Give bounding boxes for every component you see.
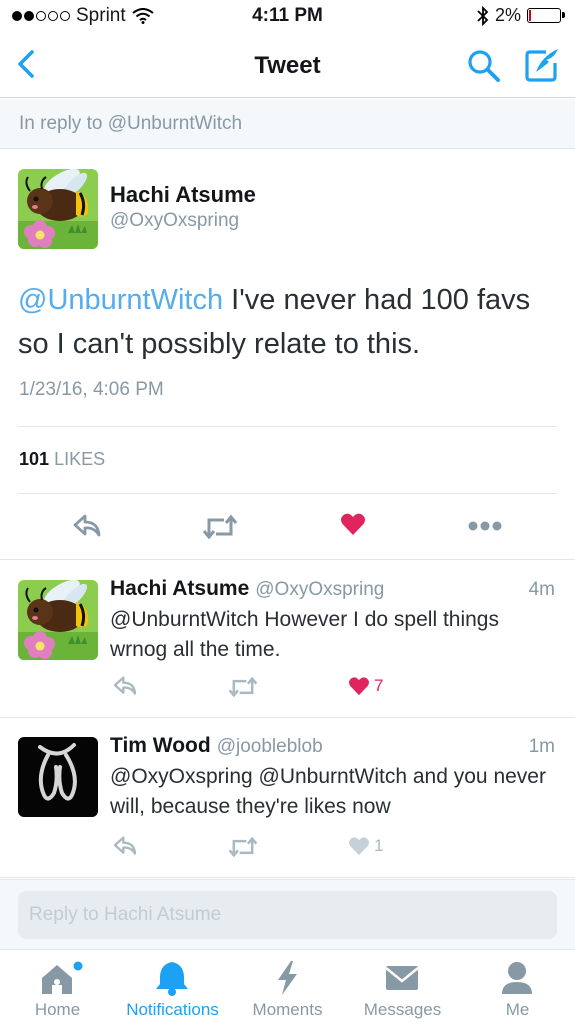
reply-icon[interactable] [112, 676, 138, 696]
reply-tweet[interactable]: Tim Wood @joobleblob 1m @OxyOxspring @Unb… [0, 718, 575, 878]
tab-label: Home [34, 1000, 81, 1019]
author-handle[interactable]: @OxyOxspring [255, 579, 384, 600]
reply-text: @OxyOxspring @UnburntWitch and you never… [110, 765, 546, 818]
bluetooth-icon [477, 5, 489, 26]
tweet-timestamp: 1/23/16, 4:06 PM [19, 379, 164, 400]
avatar[interactable] [18, 737, 98, 817]
likes-label: LIKES [54, 449, 106, 469]
compose-icon[interactable] [522, 46, 562, 84]
battery-percent: 2% [494, 5, 521, 25]
tab-me[interactable]: Me [460, 950, 575, 1024]
glyph-avatar-icon [18, 737, 98, 817]
reply-time: 4m [528, 579, 555, 600]
tweet-text: @UnburntWitch I've never had 100 favs so… [18, 278, 563, 366]
more-icon[interactable] [468, 520, 502, 532]
divider [18, 426, 557, 427]
heart-icon [348, 837, 370, 856]
avatar[interactable] [18, 169, 98, 249]
tab-notifications[interactable]: Notifications [115, 950, 230, 1024]
main-tweet: Hachi Atsume @OxyOxspring @UnburntWitch … [0, 150, 575, 560]
tab-label: Me [505, 1000, 530, 1019]
like-button[interactable]: 7 [348, 676, 383, 696]
home-icon [42, 961, 83, 994]
author-handle[interactable]: @joobleblob [217, 736, 323, 757]
in-reply-to-text: In reply to @UnburntWitch [19, 113, 243, 134]
reply-input[interactable] [18, 891, 557, 939]
author-name[interactable]: Hachi Atsume [110, 577, 249, 600]
reply-icon[interactable] [72, 514, 102, 538]
reply-header: Hachi Atsume @OxyOxspring [110, 577, 384, 601]
retweet-icon[interactable] [228, 836, 258, 858]
tab-home[interactable]: Home [0, 950, 115, 1024]
lightning-icon [278, 961, 297, 995]
bee-avatar-icon [18, 580, 98, 660]
bell-icon [156, 962, 188, 996]
reply-icon[interactable] [112, 836, 138, 856]
tab-messages[interactable]: Messages [345, 950, 460, 1024]
divider [18, 493, 557, 494]
retweet-icon[interactable] [202, 514, 238, 540]
reply-bar [0, 879, 575, 949]
reply-tweet[interactable]: Hachi Atsume @OxyOxspring 4m @UnburntWitc… [0, 561, 575, 718]
search-icon[interactable] [466, 48, 502, 84]
author-name[interactable]: Tim Wood [110, 734, 211, 757]
heart-icon[interactable] [340, 512, 366, 536]
heart-icon [348, 677, 370, 696]
mention-link[interactable]: @UnburntWitch [18, 284, 223, 316]
reply-header: Tim Wood @joobleblob [110, 734, 323, 758]
tab-moments[interactable]: Moments [230, 950, 345, 1024]
nav-bar: Tweet [0, 34, 575, 98]
like-count: 1 [374, 836, 384, 855]
tab-bar: Home Notifications Moments Messages Me [0, 949, 575, 1024]
tab-label: Notifications [126, 1000, 219, 1019]
reply-text: @UnburntWitch However I do spell things … [110, 608, 499, 661]
author-name[interactable]: Hachi Atsume [110, 182, 256, 208]
bee-avatar-icon [18, 169, 98, 249]
like-count: 7 [374, 676, 384, 695]
retweet-icon[interactable] [228, 676, 258, 698]
likes-number: 101 [19, 449, 50, 469]
status-right: 2% [477, 5, 565, 26]
envelope-icon [385, 966, 419, 990]
like-button[interactable]: 1 [348, 836, 383, 856]
author-handle[interactable]: @OxyOxspring [110, 210, 239, 232]
status-bar: Sprint 4:11 PM 2% [0, 0, 575, 34]
in-reply-to-banner[interactable]: In reply to @UnburntWitch [0, 99, 575, 149]
avatar[interactable] [18, 580, 98, 660]
battery-icon [527, 8, 565, 23]
tab-label: Messages [363, 1000, 442, 1019]
reply-time: 1m [528, 736, 555, 757]
person-icon [502, 962, 532, 994]
tab-label: Moments [252, 1000, 323, 1019]
likes-count[interactable]: 101 LIKES [19, 449, 105, 470]
